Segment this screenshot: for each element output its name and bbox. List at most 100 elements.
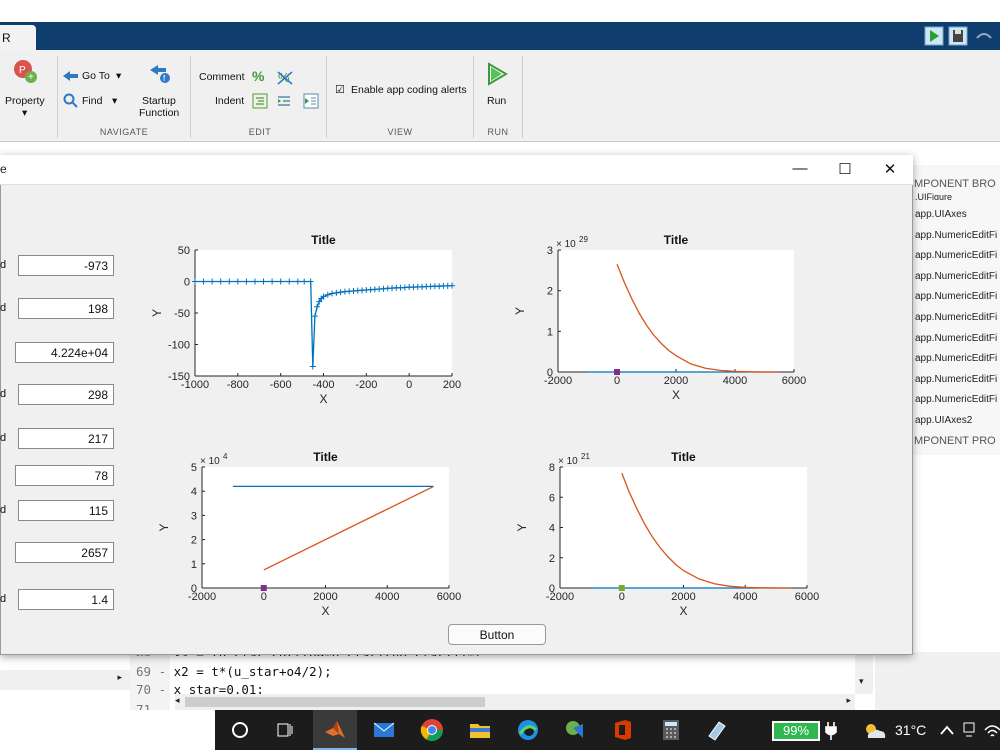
- plot-area[interactable]: [558, 250, 794, 372]
- chart-title: Title: [313, 450, 338, 464]
- run-icon[interactable]: [486, 62, 508, 86]
- task-view-icon[interactable]: [275, 720, 295, 740]
- plot-area[interactable]: [202, 467, 449, 588]
- wifi-icon[interactable]: [984, 720, 1000, 740]
- y-exponent-label: × 10: [200, 456, 220, 467]
- maximize-button[interactable]: ☐: [835, 160, 855, 178]
- file-explorer-icon[interactable]: [468, 718, 492, 742]
- comment-icon[interactable]: %: [252, 68, 264, 84]
- numeric-edit-field[interactable]: 298: [18, 384, 114, 405]
- minimize-button[interactable]: —: [790, 160, 810, 177]
- section-edit: EDIT: [248, 127, 272, 137]
- numeric-edit-field[interactable]: 4.224e+04: [15, 342, 114, 363]
- alerts-checkbox[interactable]: ☑: [335, 83, 345, 96]
- comment-button[interactable]: Comment: [199, 71, 245, 83]
- browser-item[interactable]: app.UIAxes2: [915, 415, 972, 426]
- numeric-edit-field[interactable]: 2657: [15, 542, 114, 563]
- browser-item[interactable]: app.NumericEditFi: [915, 312, 997, 323]
- field-label: d: [0, 593, 7, 605]
- find-icon: [63, 93, 78, 108]
- quick-access-toolbar: [920, 26, 1000, 46]
- notes-icon[interactable]: [705, 718, 729, 742]
- chrome-icon[interactable]: [420, 718, 444, 742]
- browser-item[interactable]: app.NumericEditFi: [915, 374, 997, 385]
- property-icon: P+: [14, 60, 37, 83]
- office-icon[interactable]: [611, 718, 635, 742]
- editor-vertical-scrollbar[interactable]: ▾: [855, 652, 873, 694]
- keyboard-icon[interactable]: [962, 720, 976, 740]
- component-browser-header: MPONENT BRO: [914, 178, 996, 190]
- browser-item[interactable]: app.NumericEditFi: [915, 353, 997, 364]
- editor-horizontal-scrollbar[interactable]: ◂ ▸: [175, 694, 855, 710]
- plot-area[interactable]: [195, 250, 452, 376]
- snip-tool-icon[interactable]: [563, 718, 587, 742]
- svg-text:P: P: [19, 65, 26, 76]
- startup-label-1[interactable]: Startup: [142, 95, 176, 107]
- weather-icon[interactable]: [862, 721, 888, 741]
- goto-button[interactable]: Go To: [82, 70, 110, 82]
- browser-item[interactable]: app.NumericEditFi: [915, 291, 997, 302]
- x-axis-label: X: [679, 604, 687, 618]
- numeric-edit-field[interactable]: -973: [18, 255, 114, 276]
- uncomment-icon[interactable]: %: [276, 68, 294, 86]
- share-quick-icon[interactable]: [974, 26, 994, 46]
- close-button[interactable]: ✕: [880, 160, 900, 178]
- x-tick-label: 6000: [437, 591, 461, 603]
- browser-item[interactable]: app.NumericEditFi: [915, 250, 997, 261]
- goto-dropdown-icon[interactable]: ▾: [116, 70, 121, 82]
- x-axis-label: X: [672, 388, 680, 402]
- numeric-edit-field[interactable]: 198: [18, 298, 114, 319]
- edge-icon[interactable]: [516, 718, 540, 742]
- browser-item[interactable]: app.UIAxes: [915, 209, 967, 220]
- taskbar-search-area[interactable]: [0, 710, 215, 750]
- x-tick-label: 4000: [723, 375, 747, 387]
- y-axis-label: Y: [157, 523, 171, 531]
- y-tick-label: 1: [191, 559, 197, 571]
- numeric-edit-field[interactable]: 217: [18, 428, 114, 449]
- property-dropdown-icon[interactable]: ▾: [22, 107, 27, 119]
- left-panel-scrollbar[interactable]: ▸: [0, 670, 130, 690]
- temperature[interactable]: 31°C: [895, 722, 926, 738]
- x-tick-label: 2000: [664, 375, 688, 387]
- code-line[interactable]: 71: [136, 702, 159, 710]
- numeric-edit-field[interactable]: 78: [15, 465, 114, 486]
- numeric-edit-field[interactable]: 1.4: [18, 589, 114, 610]
- browser-item[interactable]: app.NumericEditFi: [915, 394, 997, 405]
- app-button[interactable]: Button: [448, 624, 546, 645]
- browser-item[interactable]: app.NumericEditFi: [915, 230, 997, 241]
- save-quick-icon[interactable]: [948, 26, 968, 46]
- numeric-edit-field[interactable]: 115: [18, 500, 114, 521]
- browser-item[interactable]: app.NumericEditFi: [915, 271, 997, 282]
- tray-chevron-up-icon[interactable]: [940, 724, 954, 736]
- browser-item[interactable]: app.NumericEditFi: [915, 333, 997, 344]
- y-tick-label: 3: [547, 245, 553, 257]
- code-line[interactable]: 69 - x2 = t*(u_star+o4/2);: [136, 664, 332, 679]
- indent-button[interactable]: Indent: [215, 95, 244, 107]
- x-axis-label: X: [319, 392, 327, 406]
- browser-item-uifigure[interactable]: .UIFigure: [915, 192, 952, 200]
- smart-indent-icon[interactable]: [252, 93, 268, 109]
- run-button[interactable]: Run: [487, 95, 506, 107]
- mail-icon[interactable]: [372, 718, 396, 742]
- y-tick-label: 0: [547, 367, 553, 379]
- startup-function-icon: f: [150, 65, 170, 83]
- run-quick-icon[interactable]: [924, 26, 944, 46]
- find-button[interactable]: Find: [82, 95, 102, 107]
- find-dropdown-icon[interactable]: ▾: [112, 95, 117, 107]
- y-tick-label: 6: [549, 492, 555, 504]
- field-label: d: [0, 259, 7, 271]
- matlab-task[interactable]: [313, 710, 357, 750]
- component-properties-header: MPONENT PRO: [914, 435, 996, 447]
- decrease-indent-icon[interactable]: [303, 93, 319, 109]
- y-axis-label: Y: [150, 309, 164, 317]
- x-axis-label: X: [321, 604, 329, 618]
- x-tick-label: 4000: [733, 591, 757, 603]
- calculator-icon[interactable]: [659, 718, 683, 742]
- document-tab[interactable]: R: [0, 25, 36, 50]
- increase-indent-icon[interactable]: [276, 93, 292, 109]
- property-button[interactable]: Property: [5, 95, 45, 107]
- cortana-icon[interactable]: [230, 720, 250, 740]
- section-run: RUN: [487, 127, 509, 137]
- battery-indicator[interactable]: 99%: [772, 721, 820, 741]
- startup-label-2[interactable]: Function: [139, 107, 179, 119]
